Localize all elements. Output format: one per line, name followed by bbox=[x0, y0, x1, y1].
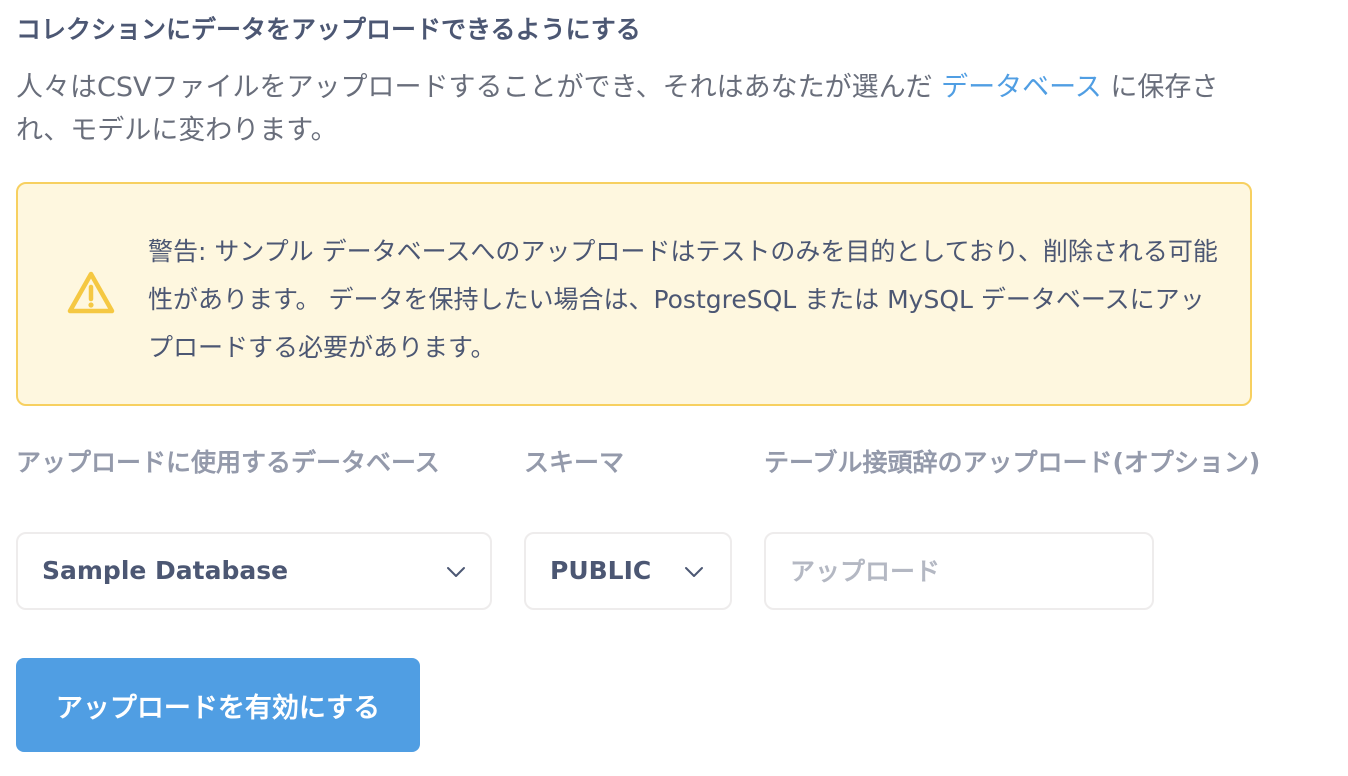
enable-uploads-button[interactable]: アップロードを有効にする bbox=[16, 658, 420, 752]
schema-select[interactable]: PUBLIC bbox=[524, 532, 732, 610]
database-link[interactable]: データベース bbox=[941, 72, 1102, 103]
chevron-down-icon bbox=[446, 564, 466, 578]
chevron-down-icon bbox=[684, 564, 704, 578]
database-select[interactable]: Sample Database bbox=[16, 532, 492, 610]
sample-database-warning: 警告: サンプル データベースへのアップロードはテストのみを目的としており、削除… bbox=[16, 182, 1252, 406]
description-text-start: 人々はCSVファイルをアップロードすることができ、それはあなたが選んだ bbox=[16, 72, 942, 103]
table-prefix-input-wrapper bbox=[764, 532, 1154, 610]
table-prefix-field-label: テーブル接頭辞のアップロード(オプション) bbox=[764, 448, 1261, 477]
warning-message: 警告: サンプル データベースへのアップロードはテストのみを目的としており、削除… bbox=[148, 237, 1218, 362]
database-field-label: アップロードに使用するデータベース bbox=[16, 448, 440, 477]
schema-select-value: PUBLIC bbox=[550, 556, 652, 585]
section-title: コレクションにデータをアップロードできるようにする bbox=[16, 15, 641, 44]
warning-triangle-icon bbox=[66, 270, 116, 316]
schema-field-label: スキーマ bbox=[524, 448, 625, 477]
table-prefix-input[interactable] bbox=[766, 534, 1152, 608]
section-description: 人々はCSVファイルをアップロードすることができ、それはあなたが選んだ データベ… bbox=[16, 66, 1256, 152]
database-select-value: Sample Database bbox=[42, 556, 289, 585]
